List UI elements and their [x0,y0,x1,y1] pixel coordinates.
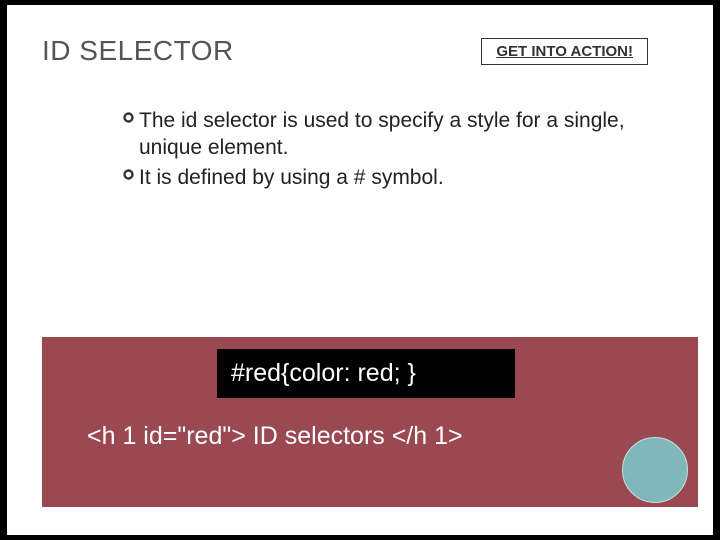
decorative-circle-icon [622,437,688,503]
css-code-line: #red{color: red; } [217,349,515,398]
list-item: It is defined by using a # symbol. [117,164,643,191]
donut-bullet-icon [117,164,139,180]
get-into-action-button[interactable]: GET INTO ACTION! [481,38,648,65]
bullet-list: The id selector is used to specify a sty… [7,107,713,191]
list-item: The id selector is used to specify a sty… [117,107,643,162]
slide: ID SELECTOR GET INTO ACTION! The id sele… [7,5,713,535]
bullet-text: It is defined by using a # symbol. [139,164,643,191]
bullet-text: The id selector is used to specify a sty… [139,107,643,162]
header-row: ID SELECTOR GET INTO ACTION! [7,5,713,67]
code-block: #red{color: red; } <h 1 id="red"> ID sel… [42,337,698,507]
donut-bullet-icon [117,107,139,123]
page-title: ID SELECTOR [42,35,234,67]
html-code-line: <h 1 id="red"> ID selectors </h 1> [42,408,698,451]
